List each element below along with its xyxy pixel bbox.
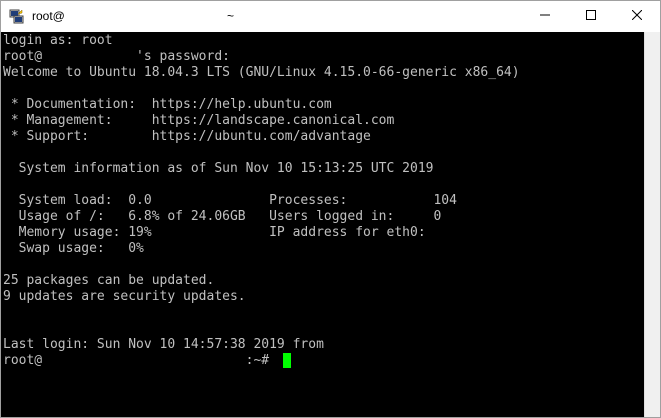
close-button[interactable] <box>614 1 660 31</box>
terminal-line: System information as of Sun Nov 10 15:1… <box>3 161 434 176</box>
terminal-line: * Management: https://landscape.canonica… <box>3 113 395 128</box>
window-title-path: ~ <box>227 9 235 23</box>
terminal-line: Last login: Sun Nov 10 14:57:38 2019 fro… <box>3 337 324 352</box>
maximize-button[interactable] <box>568 1 614 31</box>
terminal-line: Usage of /: 6.8% of 24.06GB Users logged… <box>3 209 442 224</box>
putty-icon[interactable] <box>9 8 25 24</box>
window-title-user: root@ <box>32 9 65 23</box>
terminal-line: Swap usage: 0% <box>3 241 144 256</box>
minimize-icon <box>540 7 550 25</box>
terminal-line: System load: 0.0 Processes: 104 <box>3 193 457 208</box>
vertical-scrollbar[interactable] <box>644 32 660 417</box>
terminal-line: * Documentation: https://help.ubuntu.com <box>3 97 332 112</box>
terminal-line: 9 updates are security updates. <box>3 289 246 304</box>
terminal-line: * Support: https://ubuntu.com/advantage <box>3 129 371 144</box>
title-bar[interactable]: root@ ~ <box>1 1 660 31</box>
terminal-cursor <box>283 353 291 368</box>
terminal-lines: login as: root root@ 's password: Welcom… <box>3 33 520 369</box>
terminal-line: login as: root <box>3 33 113 48</box>
close-icon <box>631 7 643 25</box>
terminal-line: 25 packages can be updated. <box>3 273 215 288</box>
terminal-window: root@ ~ login as: root root@ 's password… <box>0 0 661 418</box>
terminal-line: root@ 's password: <box>3 49 230 64</box>
terminal-line: Memory usage: 19% IP address for eth0: <box>3 225 426 240</box>
terminal-prompt: root@ :~# <box>3 353 277 368</box>
minimize-button[interactable] <box>522 1 568 31</box>
terminal-output[interactable]: login as: root root@ 's password: Welcom… <box>1 32 644 417</box>
maximize-icon <box>586 7 596 25</box>
terminal-line: Welcome to Ubuntu 18.04.3 LTS (GNU/Linux… <box>3 65 520 80</box>
